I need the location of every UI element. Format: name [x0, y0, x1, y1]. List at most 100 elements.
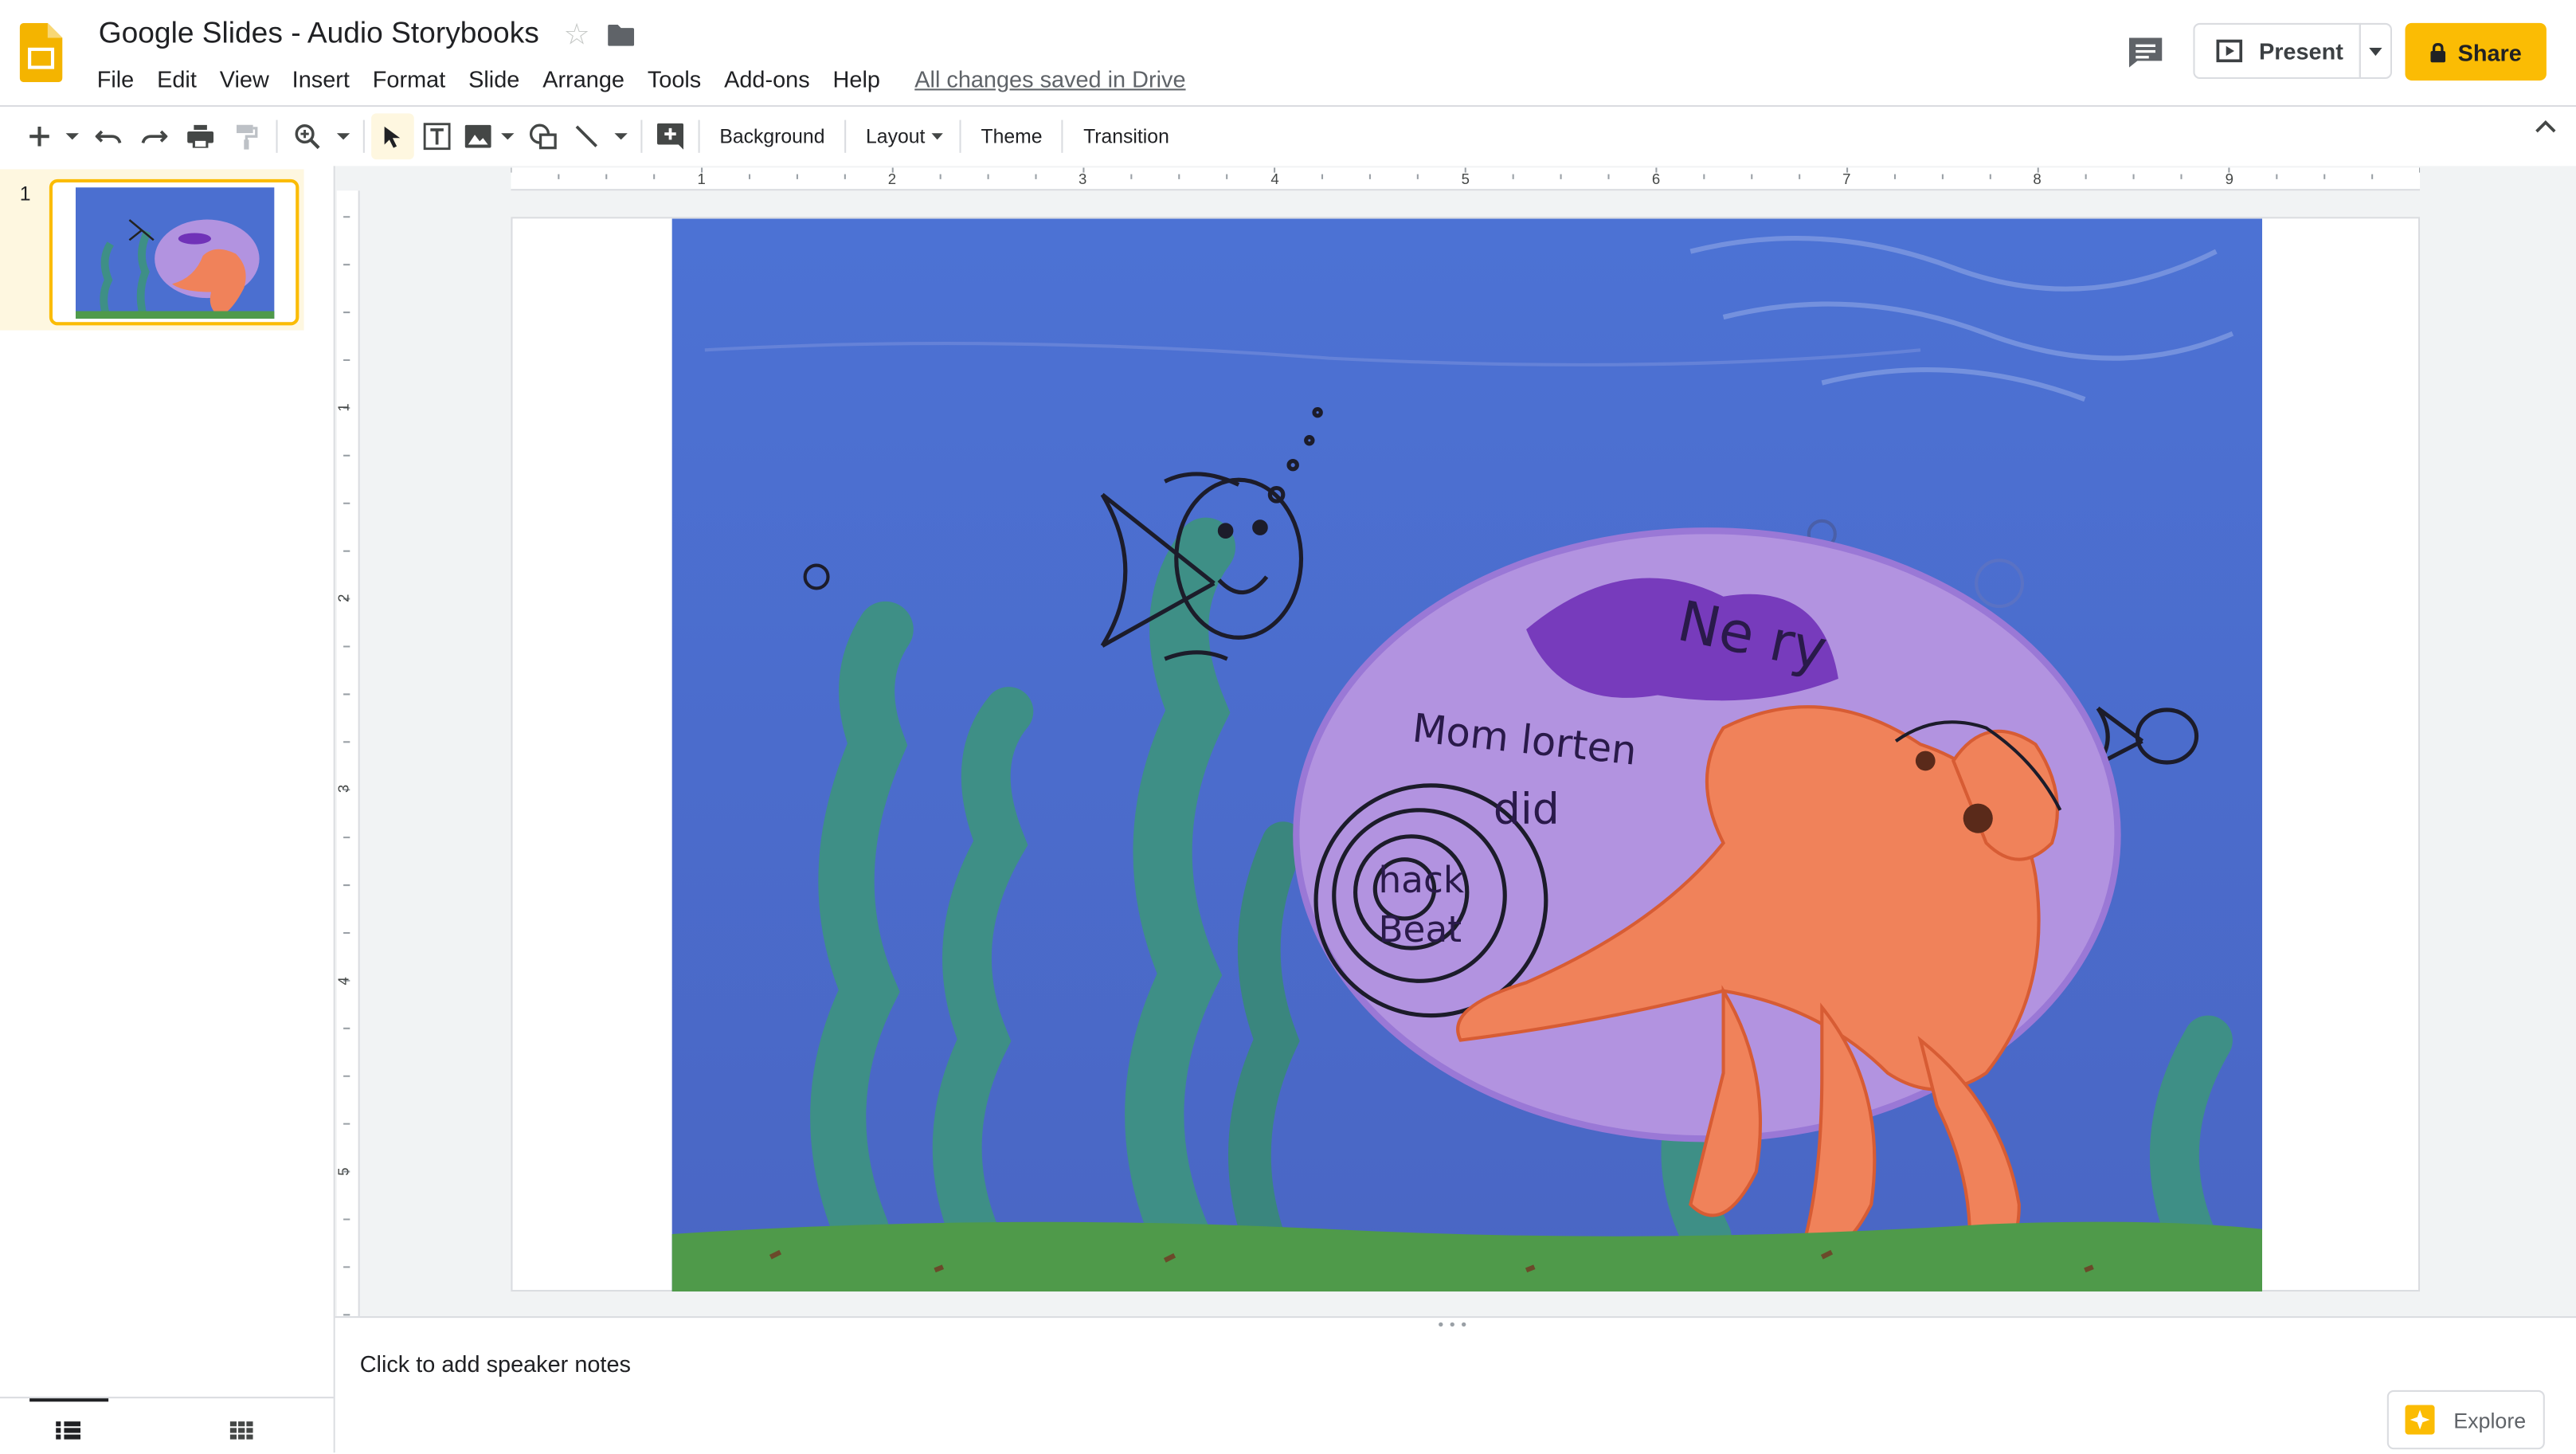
plus-icon [29, 126, 49, 147]
thumbnail-drawing [75, 187, 275, 319]
print-button[interactable] [178, 113, 224, 159]
grid-view-icon[interactable] [229, 1421, 253, 1440]
drawing-text: hack [1378, 859, 1464, 901]
active-view-indicator [29, 1398, 109, 1402]
menu-arrange[interactable]: Arrange [531, 62, 636, 95]
ruler-h-tick-label: 8 [2033, 170, 2041, 187]
explore-button[interactable]: Explore [2386, 1389, 2545, 1450]
drawing-text: did [1494, 783, 1560, 833]
layout-label: Layout [866, 124, 926, 148]
slide-number: 1 [19, 182, 31, 206]
folder-icon[interactable] [608, 24, 635, 46]
star-icon[interactable]: ☆ [563, 18, 589, 53]
toolbar-divider [1062, 120, 1064, 153]
theme-button[interactable]: Theme [968, 125, 1055, 148]
new-slide-button[interactable] [20, 113, 60, 159]
share-button[interactable]: Share [2405, 22, 2547, 81]
ruler-v-tick-label: 3 [337, 785, 351, 793]
background-button[interactable]: Background [707, 125, 838, 148]
print-icon [187, 124, 214, 148]
filmstrip-item-1[interactable]: 1 [0, 169, 304, 331]
slide-thumbnail[interactable] [49, 178, 299, 326]
redo-icon [141, 130, 168, 143]
menu-file[interactable]: File [85, 62, 145, 95]
explore-label: Explore [2453, 1407, 2527, 1432]
toolbar-divider [640, 120, 643, 153]
comment-icon[interactable] [2128, 36, 2163, 69]
speaker-notes-placeholder[interactable]: Click to add speaker notes [360, 1350, 631, 1377]
present-button[interactable]: Present [2193, 22, 2361, 79]
document-title[interactable]: Google Slides - Audio Storybooks [99, 17, 539, 51]
toolbar: Background Layout Theme Transition [0, 107, 2576, 166]
ruler-h-tick-label: 3 [1079, 170, 1086, 187]
ruler-v-tick-label: 1 [337, 403, 351, 411]
paint-format-button[interactable] [224, 113, 270, 159]
layout-button[interactable]: Layout [853, 125, 932, 148]
toolbar-divider [698, 120, 700, 153]
redo-button[interactable] [131, 113, 178, 159]
menu-help[interactable]: Help [821, 62, 891, 95]
shape-icon [528, 123, 556, 150]
present-icon [2216, 39, 2243, 63]
menu-addons[interactable]: Add-ons [713, 62, 821, 95]
add-comment-icon [657, 123, 683, 150]
menu-view[interactable]: View [208, 62, 280, 95]
filmstrip-view-toggle [0, 1397, 334, 1454]
menu-insert[interactable]: Insert [280, 62, 361, 95]
menu-bar: File Edit View Insert Format Slide Arran… [85, 62, 1186, 95]
zoom-dropdown[interactable] [331, 113, 357, 159]
line-icon [575, 125, 598, 147]
new-slide-dropdown[interactable] [59, 113, 85, 159]
menu-edit[interactable]: Edit [146, 62, 209, 95]
caret-down-icon [65, 133, 79, 140]
notes-resize-handle[interactable] [335, 1316, 2576, 1331]
app-header: Google Slides - Audio Storybooks ☆ File … [0, 0, 2576, 108]
toolbar-divider [362, 120, 365, 153]
share-label: Share [2457, 38, 2522, 65]
select-tool-button[interactable] [371, 113, 414, 160]
menu-format[interactable]: Format [361, 62, 456, 95]
undo-button[interactable] [85, 113, 131, 159]
ruler-v-tick-label: 5 [337, 1167, 351, 1175]
list-view-icon[interactable] [56, 1421, 81, 1440]
insert-image-button[interactable] [460, 113, 496, 159]
speaker-notes[interactable]: Click to add speaker notes Explore [335, 1331, 2576, 1453]
slide-image-hermit-crab-drawing[interactable]: Ne ry Mom lorten did hack Beat [671, 218, 2263, 1292]
ruler-h-tick-label: 1 [698, 170, 706, 187]
ruler-h-tick-label: 7 [1842, 170, 1850, 187]
undo-icon [95, 130, 122, 143]
save-status-link[interactable]: All changes saved in Drive [914, 62, 1185, 95]
caret-down-icon [2369, 46, 2382, 56]
slide-workspace[interactable]: 1 2 3 4 5 6 7 8 9 1 2 3 4 5 [335, 166, 2576, 1317]
ruler-h-tick-label: 5 [1462, 170, 1470, 187]
line-dropdown[interactable] [608, 113, 634, 159]
text-box-button[interactable] [414, 113, 460, 159]
insert-comment-button[interactable] [649, 113, 692, 159]
chevron-up-icon[interactable] [2535, 120, 2556, 134]
drawing-text: Beat [1378, 908, 1462, 950]
ruler-h-tick-label: 6 [1652, 170, 1660, 187]
ruler-v-tick-label: 2 [337, 594, 351, 602]
slides-logo-icon[interactable] [19, 22, 63, 83]
paint-format-icon [237, 124, 258, 150]
toolbar-divider [276, 120, 278, 153]
transition-button[interactable]: Transition [1071, 125, 1183, 148]
caret-down-icon [336, 133, 350, 140]
ruler-h-tick-label: 2 [888, 170, 896, 187]
insert-image-dropdown[interactable] [496, 113, 519, 159]
shape-button[interactable] [519, 113, 566, 159]
caret-down-icon [614, 133, 628, 140]
line-button[interactable] [566, 113, 609, 159]
zoom-icon [295, 124, 320, 150]
ruler-v-tick-label: 4 [337, 977, 351, 985]
menu-slide[interactable]: Slide [457, 62, 531, 95]
present-dropdown-button[interactable] [2359, 22, 2392, 79]
slide-canvas[interactable]: Ne ry Mom lorten did hack Beat [511, 217, 2421, 1292]
caret-down-icon [931, 133, 944, 140]
zoom-button[interactable] [284, 113, 331, 159]
image-icon [464, 124, 491, 148]
horizontal-ruler: 1 2 3 4 5 6 7 8 9 [511, 167, 2421, 191]
vertical-ruler: 1 2 3 4 5 [336, 190, 360, 1317]
menu-tools[interactable]: Tools [636, 62, 712, 95]
ruler-h-tick-label: 9 [2226, 170, 2233, 187]
